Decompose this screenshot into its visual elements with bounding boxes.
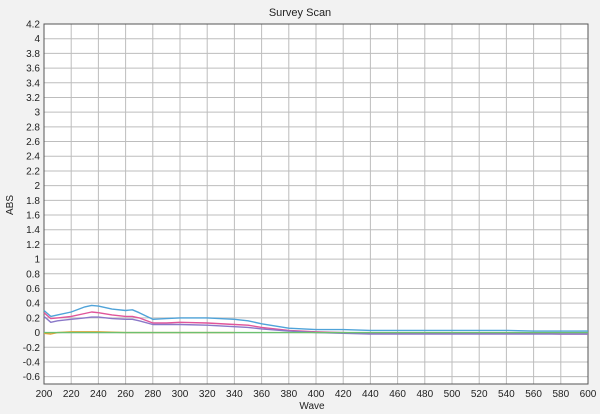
y-tick-label: 1 (34, 255, 40, 266)
y-tick-label: 2.2 (26, 166, 40, 177)
y-tick-label: 3.4 (26, 78, 40, 89)
chart-root: Survey Scan 4.2 4 3.8 3.6 3.4 3.2 3 2.8 2.6 2.4 2.… (0, 0, 600, 414)
chart-svg: Survey Scan 4.2 4 3.8 3.6 3.4 3.2 3 2.8 2.6 2.4 2.… (5, 7, 597, 412)
y-axis-label: ABS (5, 195, 16, 215)
x-tick-label: 360 (253, 389, 270, 400)
y-tick-label: 3.2 (26, 93, 40, 104)
y-tick-label: 2.6 (26, 137, 40, 148)
x-tick-label: 560 (525, 389, 542, 400)
y-tick-label: 1.6 (26, 211, 40, 222)
x-tick-label: 580 (552, 389, 569, 400)
y-tick-label: -0.4 (23, 357, 41, 368)
y-tick-label: 4 (34, 34, 40, 45)
y-tick-label: 1.2 (26, 240, 40, 251)
x-tick-label: 480 (416, 389, 433, 400)
x-tick-label: 420 (335, 389, 352, 400)
y-tick-label: 0 (34, 328, 40, 339)
x-tick-label: 380 (280, 389, 297, 400)
y-tick-label: 2.8 (26, 122, 40, 133)
y-tick-label: 3.6 (26, 64, 40, 75)
y-tick-label: 0.4 (26, 299, 40, 310)
x-tick-label: 220 (63, 389, 80, 400)
x-tick-label: 340 (226, 389, 243, 400)
y-tick-label: 1.4 (26, 225, 40, 236)
x-tick-label: 400 (308, 389, 325, 400)
x-tick-label: 240 (90, 389, 107, 400)
y-tick-label: 1.8 (26, 196, 40, 207)
x-tick-label: 320 (199, 389, 216, 400)
y-tick-label: 2.4 (26, 152, 40, 163)
y-tick-label: -0.2 (23, 343, 41, 354)
y-tick-label: 0.2 (26, 313, 40, 324)
x-tick-label: 300 (172, 389, 189, 400)
y-tick-label: 0.6 (26, 284, 40, 295)
y-tick-label: -0.6 (23, 372, 41, 383)
x-tick-label: 460 (389, 389, 406, 400)
x-axis-label: Wave (299, 401, 325, 412)
x-tick-label: 500 (444, 389, 461, 400)
y-tick-label: 2 (34, 181, 40, 192)
y-tick-label: 3 (34, 108, 40, 119)
x-tick-label: 600 (580, 389, 597, 400)
x-tick-label: 280 (144, 389, 161, 400)
y-tick-label: 3.8 (26, 49, 40, 60)
x-tick-label: 440 (362, 389, 379, 400)
chart-title: Survey Scan (269, 7, 331, 19)
x-tick-label: 520 (471, 389, 488, 400)
y-tick-label: 4.2 (26, 20, 40, 31)
y-tick-label: 0.8 (26, 269, 40, 280)
x-tick-label: 260 (117, 389, 134, 400)
y-axis-ticks: 4.2 4 3.8 3.6 3.4 3.2 3 2.8 2.6 2.4 2.2 2 1.8 1.6 1.4 1… (23, 20, 41, 384)
x-tick-label: 540 (498, 389, 515, 400)
x-axis-ticks: 200 220 240 260 280 300 320 340 360 380 400 420 440 4… (36, 389, 597, 400)
x-tick-label: 200 (36, 389, 53, 400)
